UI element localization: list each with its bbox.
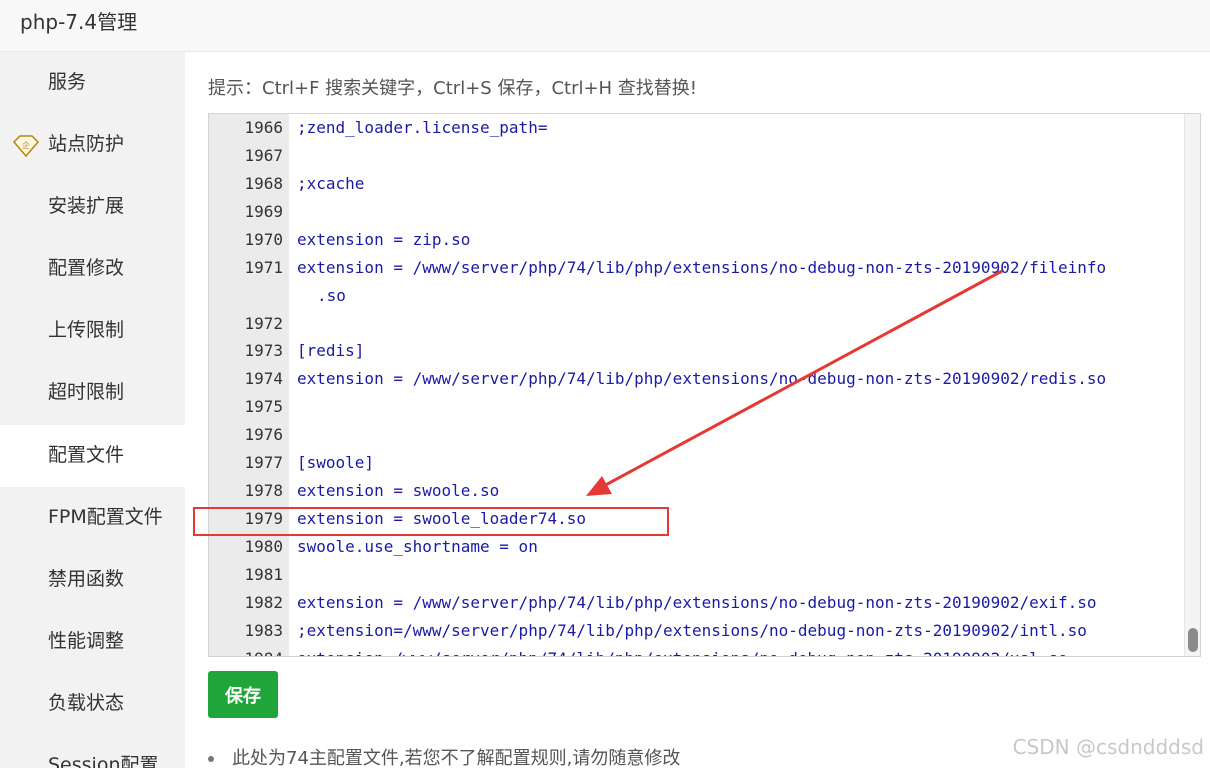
editor-scrollbar[interactable] [1184,114,1200,656]
editor-hint: 提示：Ctrl+F 搜索关键字，Ctrl+S 保存，Ctrl+H 查找替换! [208,78,698,99]
code-line[interactable]: 1977 [swoole] [209,449,1200,477]
line-text: extension = /www/server/php/74/lib/php/e… [297,369,1107,388]
code-line[interactable]: 1967 [209,142,1200,170]
line-number: 1972 [244,314,283,333]
line-number: 1975 [244,397,283,416]
line-number: 1977 [244,453,283,472]
code-line[interactable]: 1971 extension = /www/server/php/74/lib/p… [209,254,1200,282]
code-line[interactable]: 1978 extension = swoole.so [209,477,1200,505]
line-text: swoole.use_shortname = on [297,537,538,556]
watermark: CSDN @csdndddsd [1012,735,1204,759]
sidebar-item-label: 上传限制 [48,319,125,341]
enterprise-diamond-icon: 企 [12,135,40,157]
code-line[interactable]: 1984 extension=/www/server/php/74/lib/php… [209,645,1200,656]
line-text: .so [317,286,346,305]
config-note-text: 此处为74主配置文件,若您不了解配置规则,请勿随意修改 [232,748,681,768]
code-line[interactable]: 1983 ;extension=/www/server/php/74/lib/ph… [209,617,1200,645]
sidebar-item-config-edit[interactable]: 配置修改 [0,238,185,300]
line-text: extension = swoole.so [297,481,500,500]
save-button[interactable]: 保存 [208,671,278,718]
line-text: [swoole] [297,453,375,472]
sidebar-item-install-extensions[interactable]: 安装扩展 [0,176,185,238]
line-number: 1966 [244,118,283,137]
line-number: 1967 [244,146,283,165]
sidebar-item-label: FPM配置文件 [48,506,163,528]
code-line[interactable]: 1975 [209,393,1200,421]
code-line-wrapped[interactable]: .so [209,282,1200,310]
sidebar-item-label: Session配置 [48,754,159,768]
line-number: 1974 [244,369,283,388]
sidebar-item-service[interactable]: 服务 [0,52,185,114]
sidebar-item-label: 禁用函数 [48,568,125,590]
sidebar-item-label: 配置文件 [48,444,125,466]
line-text: extension = zip.so [297,230,471,249]
sidebar-item-label: 安装扩展 [48,195,125,217]
sidebar-item-fpm-config-file[interactable]: FPM配置文件 [0,487,185,549]
code-editor[interactable]: 1966 ;zend_loader.license_path= 1967 1968… [208,113,1201,657]
sidebar-item-config-file[interactable]: 配置文件 [0,425,185,487]
sidebar-item-site-protection[interactable]: 企 站点防护 [0,114,185,176]
sidebar: 服务 企 站点防护 安装扩展 配置修改 上传限制 超时限制 配置文件 FPM配置… [0,52,185,768]
sidebar-item-timeout-limit[interactable]: 超时限制 [0,362,185,424]
line-text: ;xcache [297,174,365,193]
enterprise-badge-text: 企 [22,140,30,150]
scrollbar-thumb[interactable] [1188,628,1198,652]
bullet-icon [208,756,214,762]
code-line[interactable]: 1972 [209,310,1200,338]
line-number: 1984 [209,645,283,656]
config-note: 此处为74主配置文件,若您不了解配置规则,请勿随意修改 [208,746,680,768]
sidebar-item-label: 超时限制 [48,381,125,403]
sidebar-item-label: 性能调整 [48,630,125,652]
code-line[interactable]: 1981 [209,561,1200,589]
code-line[interactable]: 1966 ;zend_loader.license_path= [209,114,1200,142]
code-line[interactable]: 1982 extension = /www/server/php/74/lib/p… [209,589,1200,617]
line-text: ;zend_loader.license_path= [297,118,548,137]
line-text: extension = /www/server/php/74/lib/php/e… [297,258,1107,277]
sidebar-item-load-status[interactable]: 负载状态 [0,673,185,735]
line-number: 1982 [244,593,283,612]
code-line[interactable]: 1980 swoole.use_shortname = on [209,533,1200,561]
code-line[interactable]: 1968 ;xcache [209,170,1200,198]
line-text: [redis] [297,341,365,360]
sidebar-item-disabled-functions[interactable]: 禁用函数 [0,549,185,611]
line-number: 1970 [244,230,283,249]
code-line[interactable]: 1976 [209,421,1200,449]
line-number: 1978 [244,481,283,500]
sidebar-item-label: 配置修改 [48,257,125,279]
code-line[interactable]: 1970 extension = zip.so [209,226,1200,254]
line-text: extension=/www/server/php/74/lib/php/ext… [297,645,1068,656]
code-line[interactable]: 1973 [redis] [209,337,1200,365]
sidebar-item-label: 站点防护 [48,133,125,155]
line-number: 1973 [244,341,283,360]
line-number: 1983 [244,621,283,640]
title-bar: php-7.4管理 [0,0,1210,52]
sidebar-item-upload-limit[interactable]: 上传限制 [0,300,185,362]
line-text: extension = /www/server/php/74/lib/php/e… [297,593,1097,612]
line-number: 1971 [244,258,283,277]
window-title: php-7.4管理 [20,10,138,34]
sidebar-item-label: 负载状态 [48,692,125,714]
line-number: 1976 [244,425,283,444]
line-number: 1968 [244,174,283,193]
line-text: ;extension=/www/server/php/74/lib/php/ex… [297,621,1087,640]
line-number: 1969 [244,202,283,221]
sidebar-item-session-config[interactable]: Session配置 [0,735,185,768]
code-line[interactable]: 1974 extension = /www/server/php/74/lib/p… [209,365,1200,393]
sidebar-item-performance-tuning[interactable]: 性能调整 [0,611,185,673]
code-line[interactable]: 1969 [209,198,1200,226]
line-number: 1980 [244,537,283,556]
sidebar-item-label: 服务 [48,71,87,93]
line-number: 1981 [244,565,283,584]
annotation-highlight-box [193,507,669,536]
